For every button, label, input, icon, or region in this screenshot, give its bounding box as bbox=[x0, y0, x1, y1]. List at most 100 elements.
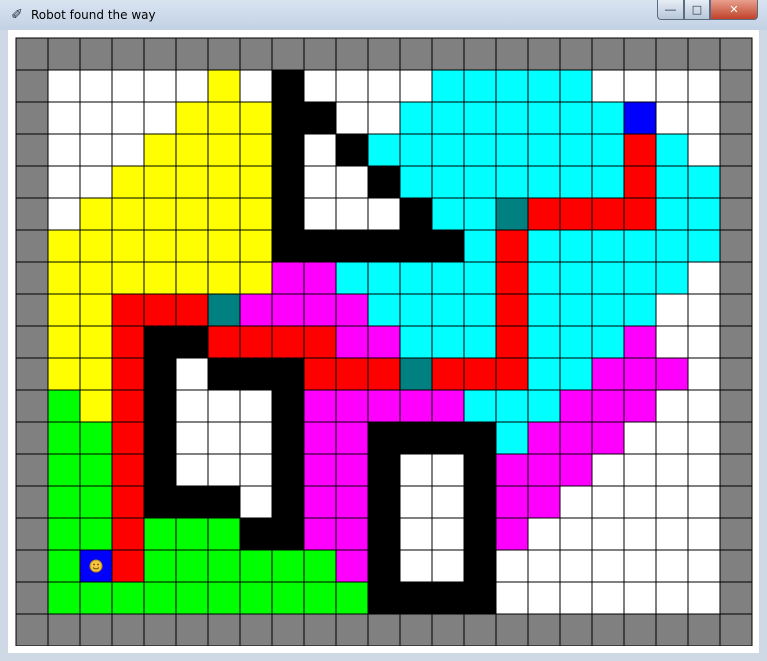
maze-cell bbox=[431, 197, 465, 231]
maze-canvas bbox=[15, 37, 753, 646]
maze-cell bbox=[47, 485, 81, 519]
maze-cell bbox=[271, 421, 305, 455]
maze-cell bbox=[79, 229, 113, 263]
maze-cell bbox=[399, 581, 433, 615]
maze-cell bbox=[463, 389, 497, 423]
maze-cell bbox=[15, 69, 49, 103]
maze-cell bbox=[15, 37, 49, 71]
maze-cell bbox=[367, 293, 401, 327]
maze-cell bbox=[623, 581, 657, 615]
maze-cell bbox=[687, 325, 721, 359]
maze-cell bbox=[303, 69, 337, 103]
maze-cell bbox=[719, 581, 753, 615]
maze-cell bbox=[175, 485, 209, 519]
maze-cell bbox=[47, 517, 81, 551]
maze-cell bbox=[143, 165, 177, 199]
maze-cell bbox=[527, 293, 561, 327]
maze-cell bbox=[623, 357, 657, 391]
maze-cell bbox=[143, 325, 177, 359]
maze-cell bbox=[431, 325, 465, 359]
maze-cell bbox=[527, 133, 561, 167]
maze-cell bbox=[207, 37, 241, 71]
maze-cell bbox=[495, 517, 529, 551]
maze-cell bbox=[335, 101, 369, 135]
maze-cell bbox=[271, 485, 305, 519]
maze-cell bbox=[111, 485, 145, 519]
maze-cell bbox=[111, 613, 145, 646]
maze-cell bbox=[559, 453, 593, 487]
maze-cell bbox=[111, 389, 145, 423]
maze-cell bbox=[367, 453, 401, 487]
maze-cell bbox=[367, 37, 401, 71]
maze-cell bbox=[303, 325, 337, 359]
maze-cell bbox=[495, 101, 529, 135]
maze-cell bbox=[175, 517, 209, 551]
title-bar[interactable]: ✐ Robot found the way ― □ ✕ bbox=[0, 0, 767, 30]
maze-cell bbox=[367, 261, 401, 295]
window-title: Robot found the way bbox=[31, 8, 156, 22]
maze-cell bbox=[655, 485, 689, 519]
maze-cell bbox=[207, 197, 241, 231]
maze-cell bbox=[495, 485, 529, 519]
maze-cell bbox=[655, 549, 689, 583]
maze-cell bbox=[399, 549, 433, 583]
maze-cell bbox=[463, 357, 497, 391]
maze-cell bbox=[111, 133, 145, 167]
maze-cell bbox=[687, 421, 721, 455]
maze-cell bbox=[207, 581, 241, 615]
maze-cell bbox=[623, 389, 657, 423]
maze-cell bbox=[175, 581, 209, 615]
maze-cell bbox=[591, 357, 625, 391]
maze-cell bbox=[303, 293, 337, 327]
maze-cell bbox=[655, 389, 689, 423]
maze-cell bbox=[271, 549, 305, 583]
maze-cell bbox=[431, 517, 465, 551]
maze-cell bbox=[591, 421, 625, 455]
maze-cell bbox=[303, 485, 337, 519]
maze-cell bbox=[719, 101, 753, 135]
maze-cell bbox=[463, 517, 497, 551]
maze-cell bbox=[591, 133, 625, 167]
maze-cell bbox=[399, 485, 433, 519]
maze-cell bbox=[303, 613, 337, 646]
maze-cell bbox=[719, 325, 753, 359]
maze-cell bbox=[719, 517, 753, 551]
maze-cell bbox=[271, 261, 305, 295]
close-button[interactable]: ✕ bbox=[710, 0, 758, 20]
maze-cell bbox=[591, 613, 625, 646]
maze-cell bbox=[143, 357, 177, 391]
maze-cell bbox=[47, 549, 81, 583]
maze-cell bbox=[367, 549, 401, 583]
maze-cell bbox=[271, 389, 305, 423]
minimize-button[interactable]: ― bbox=[657, 0, 684, 20]
maze-cell bbox=[111, 325, 145, 359]
maze-cell bbox=[527, 485, 561, 519]
maze-cell bbox=[623, 165, 657, 199]
maze-cell bbox=[623, 613, 657, 646]
maze-cell bbox=[399, 613, 433, 646]
maze-cell bbox=[303, 165, 337, 199]
maze-cell bbox=[79, 293, 113, 327]
maze-cell bbox=[143, 229, 177, 263]
maze-cell bbox=[591, 549, 625, 583]
maze-cell bbox=[335, 517, 369, 551]
maze-cell bbox=[559, 197, 593, 231]
maze-cell bbox=[303, 581, 337, 615]
maze-cell bbox=[15, 101, 49, 135]
maze-cell bbox=[527, 325, 561, 359]
maze-cell bbox=[431, 453, 465, 487]
maze-cell bbox=[527, 549, 561, 583]
maze-cell bbox=[559, 485, 593, 519]
maze-cell bbox=[687, 293, 721, 327]
maze-cell bbox=[367, 325, 401, 359]
maze-cell bbox=[303, 101, 337, 135]
feather-icon: ✐ bbox=[11, 7, 23, 23]
maze-cell bbox=[431, 549, 465, 583]
maze-cell bbox=[335, 165, 369, 199]
maze-cell bbox=[111, 357, 145, 391]
maze-cell bbox=[79, 165, 113, 199]
maze-cell bbox=[303, 549, 337, 583]
close-icon: ✕ bbox=[729, 3, 739, 16]
maximize-button[interactable]: □ bbox=[684, 0, 710, 20]
maze-cell bbox=[655, 101, 689, 135]
